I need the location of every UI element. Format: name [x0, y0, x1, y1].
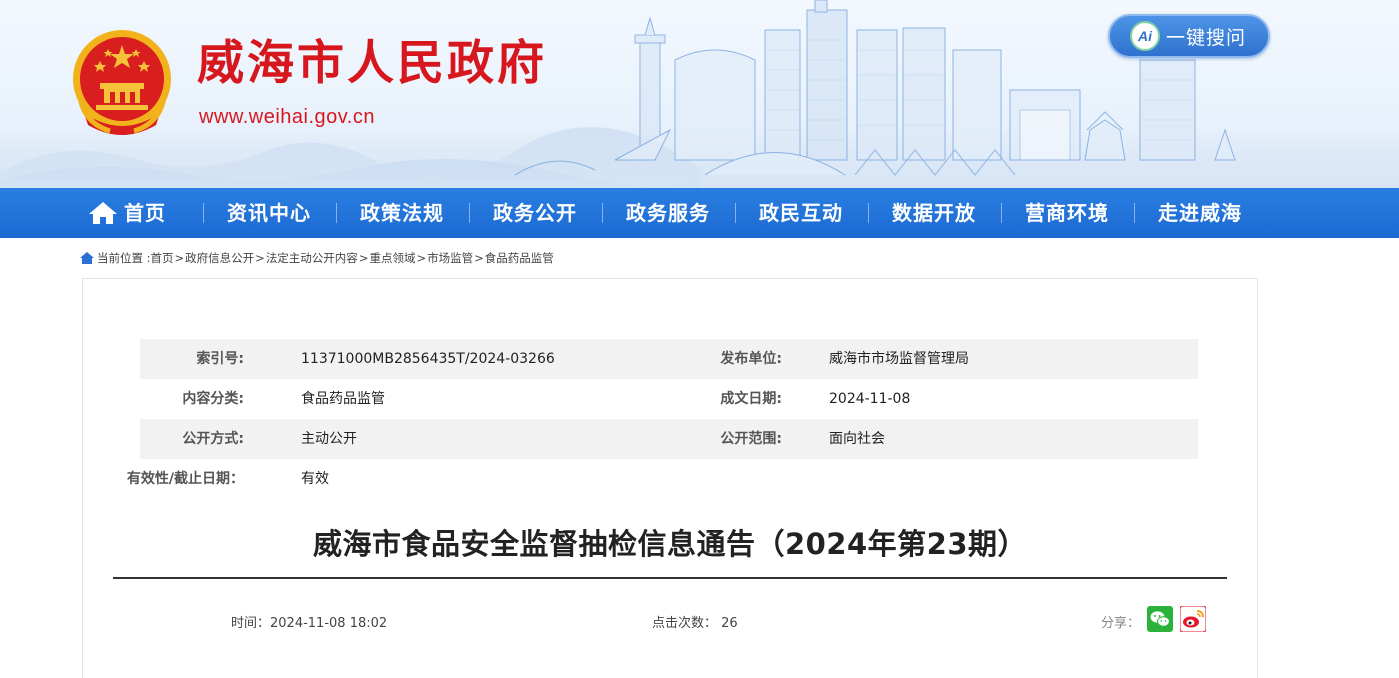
breadcrumb: 当前位置 : 首页 > 政府信息公开 > 法定主动公开内容 > 重点领域 > 市…: [80, 250, 554, 266]
site-title[interactable]: 威海市人民政府: [197, 40, 547, 87]
meta-row: 有效性/截止日期： 有效: [127, 459, 1198, 499]
publish-time-value: 2024-11-08 18:02: [270, 616, 388, 631]
meta-label-index: 索引号:: [196, 351, 244, 367]
meta-label-disclosure-scope: 公开范围:: [720, 431, 782, 447]
article-title: 威海市食品安全监督抽检信息通告（2024年第23期）: [312, 527, 1028, 561]
meta-value-validity: 有效: [301, 471, 329, 487]
breadcrumb-separator: >: [358, 251, 369, 265]
nav-separator: [602, 203, 603, 223]
breadcrumb-item[interactable]: 食品药品监管: [485, 250, 554, 266]
nav-separator: [203, 203, 204, 223]
meta-value-disclosure-method: 主动公开: [301, 431, 357, 447]
weibo-icon[interactable]: [1180, 606, 1206, 632]
breadcrumb-item[interactable]: 法定主动公开内容: [266, 250, 358, 266]
ai-icon: Ai: [1130, 21, 1160, 51]
site-url[interactable]: www.weihai.gov.cn: [199, 106, 375, 129]
main-nav: 首页 资讯中心 政策法规 政务公开 政务服务 政民互动 数据开放 营商环境 走进…: [0, 188, 1399, 238]
click-count-value: 26: [721, 616, 738, 631]
meta-value-index: 11371000MB2856435T/2024-03266: [301, 351, 555, 367]
location-pin-icon: [80, 252, 94, 264]
meta-row: 公开方式: 主动公开 公开范围: 面向社会: [140, 419, 1198, 459]
meta-label-written-date: 成文日期:: [720, 391, 782, 407]
share-label: 分享：: [1101, 616, 1141, 631]
nav-item-open-data[interactable]: 数据开放: [892, 188, 976, 238]
meta-row: 索引号: 11371000MB2856435T/2024-03266 发布单位:…: [140, 339, 1198, 379]
ai-search-button[interactable]: Ai 一键搜问: [1108, 14, 1270, 58]
breadcrumb-prefix: 当前位置 :: [97, 251, 151, 265]
nav-separator: [336, 203, 337, 223]
meta-label-category: 内容分类:: [182, 391, 244, 407]
click-count-label: 点击次数：: [652, 616, 718, 631]
national-emblem[interactable]: [70, 27, 174, 135]
meta-value-disclosure-scope: 面向社会: [829, 431, 885, 447]
nav-separator: [735, 203, 736, 223]
info-meta-table: 索引号: 11371000MB2856435T/2024-03266 发布单位:…: [127, 339, 1198, 499]
meta-value-written-date: 2024-11-08: [829, 391, 911, 407]
nav-item-about-weihai[interactable]: 走进威海: [1158, 188, 1242, 238]
nav-item-policy[interactable]: 政策法规: [360, 188, 444, 238]
breadcrumb-item[interactable]: 政府信息公开: [185, 250, 254, 266]
meta-value-category: 食品药品监管: [301, 391, 385, 407]
nav-separator: [1001, 203, 1002, 223]
click-count: 点击次数： 26: [652, 612, 738, 631]
meta-label-disclosure-method: 公开方式:: [182, 431, 244, 447]
nav-item-news[interactable]: 资讯中心: [227, 188, 311, 238]
nav-separator: [1134, 203, 1135, 223]
nav-item-home[interactable]: 首页: [124, 188, 166, 238]
ai-search-label: 一键搜问: [1166, 26, 1247, 49]
home-icon[interactable]: [88, 201, 118, 225]
nav-item-business-env[interactable]: 营商环境: [1025, 188, 1109, 238]
publish-time-label: 时间：: [231, 616, 271, 631]
breadcrumb-item[interactable]: 重点领域: [369, 250, 415, 266]
breadcrumb-item[interactable]: 市场监管: [427, 250, 473, 266]
nav-separator: [469, 203, 470, 223]
publish-time: 时间：2024-11-08 18:02: [231, 612, 387, 631]
breadcrumb-separator: >: [174, 251, 185, 265]
meta-value-publisher: 威海市市场监督管理局: [829, 351, 969, 367]
nav-separator: [868, 203, 869, 223]
nav-item-interaction[interactable]: 政民互动: [759, 188, 843, 238]
breadcrumb-item[interactable]: 首页: [151, 250, 174, 266]
nav-item-gov-services[interactable]: 政务服务: [626, 188, 710, 238]
breadcrumb-separator: >: [416, 251, 427, 265]
breadcrumb-separator: >: [255, 251, 265, 265]
breadcrumb-separator: >: [474, 251, 484, 265]
title-divider: [113, 577, 1227, 579]
wechat-icon[interactable]: [1147, 606, 1173, 632]
meta-row: 内容分类: 食品药品监管 成文日期: 2024-11-08: [140, 379, 1198, 419]
nav-item-gov-affairs-open[interactable]: 政务公开: [493, 188, 577, 238]
site-header: 威海市人民政府 www.weihai.gov.cn Ai 一键搜问: [0, 0, 1399, 188]
meta-label-publisher: 发布单位:: [720, 351, 782, 367]
meta-label-validity: 有效性/截止日期：: [126, 471, 244, 487]
